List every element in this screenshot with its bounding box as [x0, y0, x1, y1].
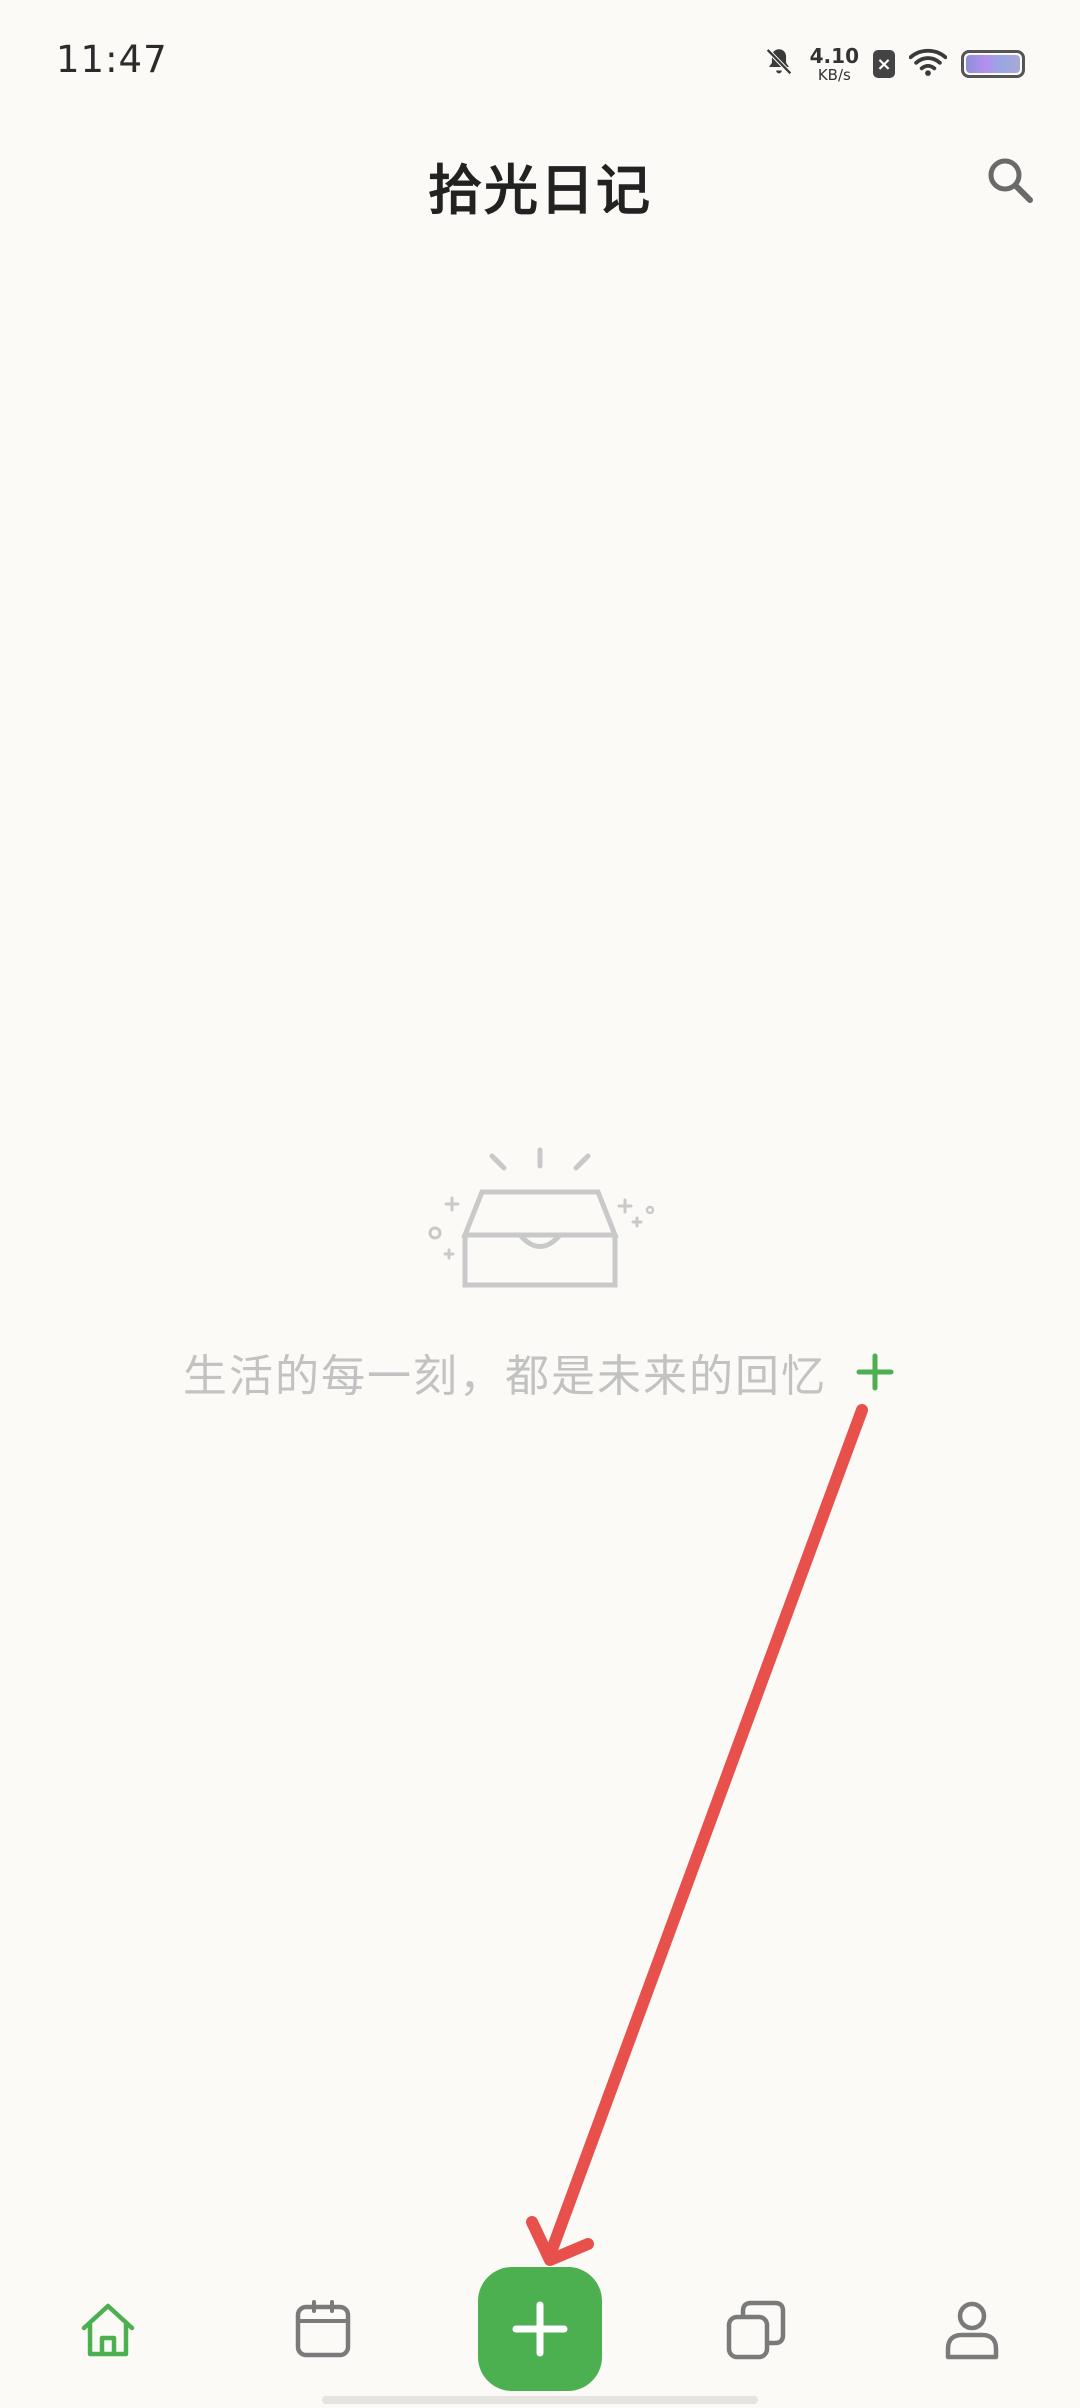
status-icons: 4.10 KB/s ×	[762, 40, 1025, 88]
net-speed: 4.10 KB/s	[810, 46, 859, 83]
profile-icon	[945, 2301, 999, 2360]
net-speed-unit: KB/s	[817, 65, 851, 84]
empty-inbox-icon	[420, 1140, 660, 1300]
status-time: 11:47	[56, 38, 168, 81]
empty-add-button[interactable]	[853, 1350, 897, 1394]
nav-profile[interactable]	[932, 2290, 1012, 2370]
empty-state-row: 生活的每一刻，都是未来的回忆	[0, 1340, 1080, 1404]
sim-x-icon: ×	[873, 50, 895, 78]
search-button[interactable]	[980, 150, 1040, 210]
search-icon	[988, 158, 1033, 203]
page-title: 拾光日记	[428, 159, 652, 222]
battery-icon	[961, 50, 1025, 78]
calendar-icon	[295, 2300, 351, 2358]
bell-muted-icon	[762, 45, 796, 83]
empty-state-message: 生活的每一刻，都是未来的回忆	[183, 1351, 827, 1402]
bottom-nav	[0, 2250, 1080, 2400]
nav-cards[interactable]	[716, 2290, 796, 2370]
plus-icon	[856, 1353, 894, 1391]
nav-calendar[interactable]	[283, 2290, 363, 2370]
plus-icon	[512, 2301, 568, 2357]
wifi-icon	[908, 47, 948, 81]
home-indicator	[322, 2396, 758, 2404]
net-speed-value: 4.10	[809, 43, 859, 68]
nav-home[interactable]	[68, 2290, 148, 2370]
add-diary-button[interactable]	[478, 2267, 602, 2391]
home-icon	[81, 2303, 135, 2357]
app-screen: 11:47 4.10 KB/s × 拾光日记 生活的每一刻，都是未来的回忆	[0, 0, 1080, 2408]
cards-icon	[726, 2300, 786, 2360]
